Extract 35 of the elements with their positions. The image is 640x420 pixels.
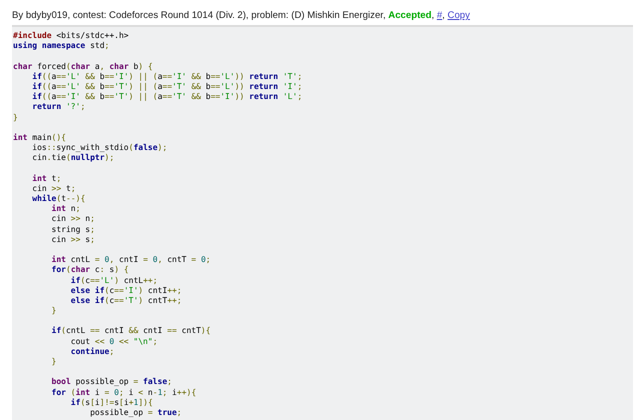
code-line: #include <bits/stdc++.h> <box>13 31 129 42</box>
code-line: int main(){ <box>13 132 66 144</box>
code-line: char forced(char a, char b) { <box>13 62 153 72</box>
code-line: } <box>50 306 56 316</box>
code-line: for(char c: s) { <box>50 265 129 276</box>
code-line: possible_op = true; <box>89 408 182 418</box>
code-line: if(cntL == cntI && cntI == cntT){ <box>50 326 211 337</box>
code-line: cout << 0 << "\n"; <box>70 336 158 347</box>
code-line: if((a=='L' && b=='I') || (a=='I' && b=='L')) return 'T'; <box>31 72 302 82</box>
code-line: bool possible_op = false; <box>50 377 172 388</box>
code-line: } <box>50 357 56 368</box>
code-line: else if(c=='I') cntI++; <box>70 286 182 296</box>
submission-info: By bdyby019, contest: Codeforces Round 1014 (Div. 2), problem: (D) Mishkin Energizer, Accepted, #, Copy <box>11 9 471 23</box>
code-line: string s; <box>50 224 95 235</box>
code-line: using namespace std; <box>13 41 110 52</box>
code-line: while(t--){ <box>31 194 86 204</box>
link[interactable]: Copy <box>448 10 470 21</box>
code-line: cin.tie(nullptr); <box>31 153 114 164</box>
code-line: if((a=='L' && b=='T') || (a=='T' && b=='L')) return 'I'; <box>31 82 302 92</box>
code-line: int cntL = 0, cntI = 0, cntT = 0; <box>50 255 211 266</box>
code-line: for (int i = 0; i < n-1; i++){ <box>50 388 196 398</box>
code-line: if((a=='I' && b=='T') || (a=='T' && b=='I')) return 'L'; <box>31 92 302 102</box>
code-line: else if(c=='T') cntT++; <box>70 296 182 306</box>
code-line: cin >> t; <box>31 184 76 194</box>
code-line: cin >> n; <box>50 214 95 225</box>
code-line: } <box>13 112 18 123</box>
code-line: int t; <box>31 174 62 184</box>
link[interactable]: # <box>436 10 442 21</box>
code-line: return '?'; <box>31 102 86 112</box>
code-line: if(c=='L') cntL++; <box>70 276 158 286</box>
code-line: continue; <box>70 346 114 357</box>
code-line: int n; <box>50 204 80 214</box>
code-line: cin >> s; <box>50 234 95 245</box>
code-line: ios::sync_with_stdio(false); <box>31 143 168 154</box>
code-line: if(s[i]!=s[i+1]){ <box>70 398 153 408</box>
